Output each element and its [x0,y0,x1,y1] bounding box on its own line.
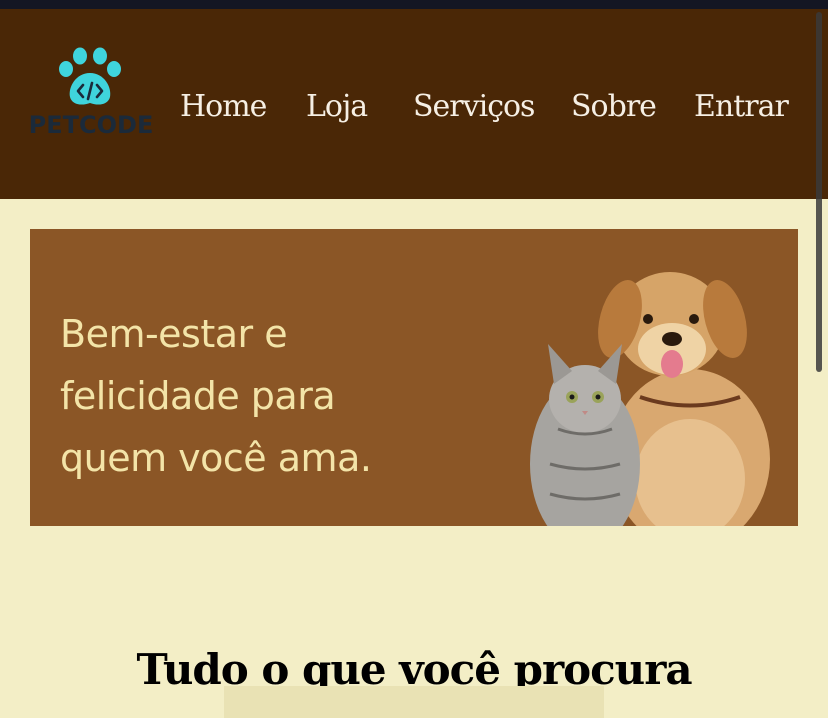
brand-name: PETCODE [28,111,154,139]
cat-and-dog-illustration [530,272,770,526]
top-strip [0,0,828,9]
hero-headline-line-1: Bem-estar e [60,312,288,356]
nav-item-home[interactable]: Home [180,89,267,124]
hero-headline-line-2: felicidade para [60,374,336,418]
nav-item-sobre[interactable]: Sobre [571,89,657,124]
nav-item-servicos[interactable]: Serviços [413,89,535,124]
page-scrollbar[interactable] [816,12,822,372]
brand-logo[interactable]: PETCODE [24,47,158,147]
nav-item-loja[interactable]: Loja [306,89,368,124]
nav-item-entrar[interactable]: Entrar [694,89,789,124]
hero-headline: Bem-estar e felicidade para quem você am… [60,303,460,489]
paw-code-icon [59,47,121,105]
site-header: PETCODE Home Loja Serviços Sobre Entrar [0,9,828,199]
product-card-peek[interactable] [224,686,604,718]
hero-banner: Bem-estar e felicidade para quem você am… [30,229,798,526]
hero-headline-line-3: quem você ama. [60,436,372,480]
